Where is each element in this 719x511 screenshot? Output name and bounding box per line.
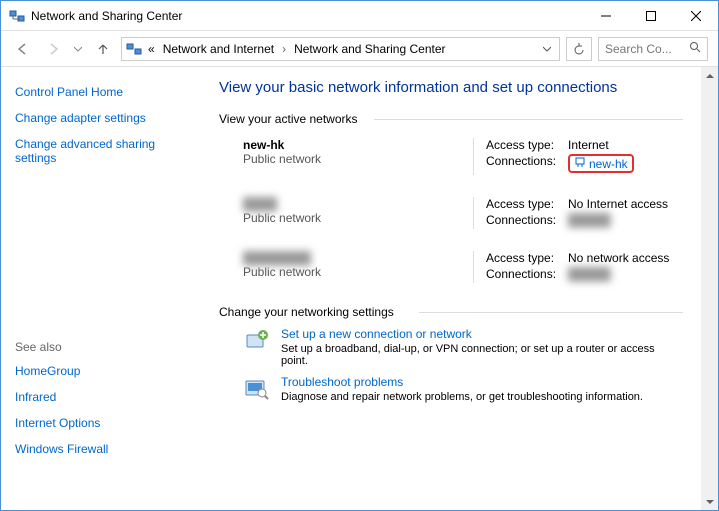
setup-connection-icon [243, 327, 271, 355]
access-type-label: Access type: [486, 138, 568, 152]
close-button[interactable] [673, 1, 718, 30]
connections-label: Connections: [486, 213, 568, 227]
recent-dropdown[interactable] [71, 37, 85, 61]
page-title: View your basic network information and … [219, 79, 683, 96]
breadcrumb-prefix: « [146, 42, 157, 56]
change-settings-label: Change your networking settings [219, 305, 683, 319]
homegroup-link[interactable]: HomeGroup [15, 364, 197, 378]
app-icon [9, 8, 25, 24]
refresh-button[interactable] [566, 37, 592, 61]
window-title: Network and Sharing Center [31, 9, 583, 23]
network-name: ████████ [243, 251, 473, 265]
scrollbar[interactable] [701, 67, 718, 510]
highlighted-connection: new-hk [568, 154, 634, 173]
up-button[interactable] [91, 37, 115, 61]
access-type-value: No network access [568, 251, 669, 265]
search-placeholder: Search Co... [605, 42, 672, 56]
network-name: ████ [243, 197, 473, 211]
active-networks-label: View your active networks [219, 112, 683, 126]
access-type-label: Access type: [486, 197, 568, 211]
network-entry: ████████Public network Access type:No net… [243, 251, 683, 283]
troubleshoot-desc: Diagnose and repair network problems, or… [281, 391, 643, 403]
search-icon [689, 41, 701, 56]
troubleshoot-item: Troubleshoot problems Diagnose and repai… [243, 375, 683, 403]
setup-connection-item: Set up a new connection or network Set u… [243, 327, 683, 367]
sidebar: Control Panel Home Change adapter settin… [1, 67, 211, 510]
breadcrumb-item[interactable]: Network and Internet [161, 42, 276, 56]
access-type-value: No Internet access [568, 197, 668, 211]
address-icon [126, 41, 142, 57]
connection-link[interactable]: new-hk [574, 156, 628, 171]
breadcrumb-sep: › [280, 42, 288, 56]
minimize-button[interactable] [583, 1, 628, 30]
connections-label: Connections: [486, 267, 568, 281]
network-entry: ████Public network Access type:No Interne… [243, 197, 683, 229]
breadcrumb-item[interactable]: Network and Sharing Center [292, 42, 447, 56]
troubleshoot-link[interactable]: Troubleshoot problems [281, 375, 403, 389]
network-name: ████████ [243, 251, 311, 265]
control-panel-home-link[interactable]: Control Panel Home [15, 85, 197, 99]
forward-button[interactable] [41, 37, 65, 61]
maximize-button[interactable] [628, 1, 673, 30]
main-area: Control Panel Home Change adapter settin… [1, 67, 718, 510]
network-name: ████ [243, 197, 277, 211]
network-type: Public network [243, 265, 473, 279]
content: View your basic network information and … [211, 67, 718, 510]
address-bar[interactable]: « Network and Internet › Network and Sha… [121, 37, 560, 61]
change-sharing-link[interactable]: Change advanced sharing settings [15, 137, 197, 165]
navbar: « Network and Internet › Network and Sha… [1, 31, 718, 67]
troubleshoot-icon [243, 375, 271, 403]
window-buttons [583, 1, 718, 30]
network-name: new-hk [243, 138, 473, 152]
infrared-link[interactable]: Infrared [15, 390, 197, 404]
back-button[interactable] [11, 37, 35, 61]
scroll-down-button[interactable] [701, 493, 718, 510]
setup-connection-desc: Set up a broadband, dial-up, or VPN conn… [281, 343, 683, 367]
network-type: Public network [243, 211, 473, 225]
connections-label: Connections: [486, 154, 568, 173]
titlebar: Network and Sharing Center [1, 1, 718, 31]
address-dropdown[interactable] [539, 42, 555, 56]
search-input[interactable]: Search Co... [598, 37, 708, 61]
scroll-up-button[interactable] [701, 67, 718, 84]
see-also-label: See also [15, 340, 197, 354]
connection-name: new-hk [589, 157, 628, 171]
windows-firewall-link[interactable]: Windows Firewall [15, 442, 197, 456]
connection-link[interactable]: █████ [568, 213, 611, 227]
access-type-value: Internet [568, 138, 609, 152]
network-entry: new-hkPublic networkAccess type:Internet… [243, 138, 683, 175]
internet-options-link[interactable]: Internet Options [15, 416, 197, 430]
change-adapter-link[interactable]: Change adapter settings [15, 111, 197, 125]
access-type-label: Access type: [486, 251, 568, 265]
network-type: Public network [243, 152, 473, 166]
ethernet-icon [574, 156, 586, 171]
setup-connection-link[interactable]: Set up a new connection or network [281, 327, 472, 341]
connection-link[interactable]: █████ [568, 267, 611, 281]
